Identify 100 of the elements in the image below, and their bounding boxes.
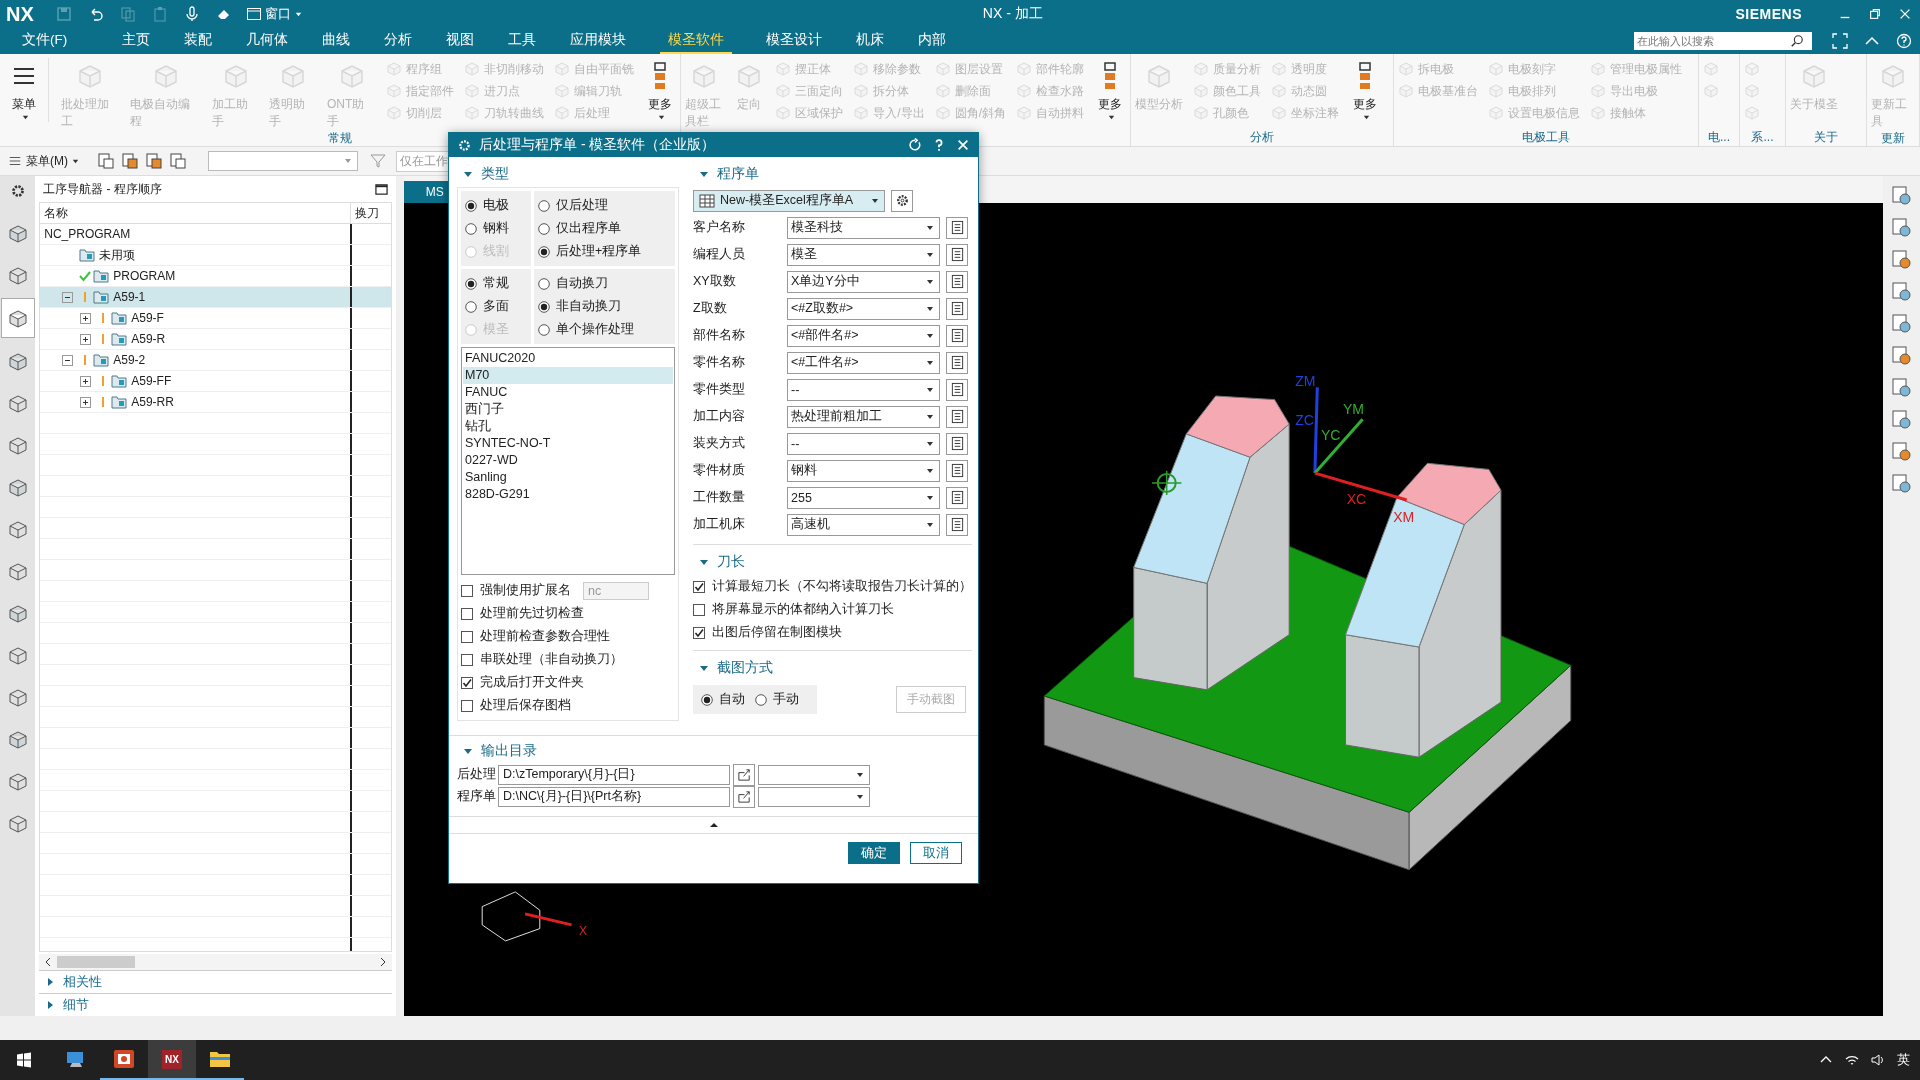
browse-button[interactable] [733, 785, 755, 808]
collapse-arrow-icon[interactable] [708, 822, 719, 828]
checkbox[interactable]: 将屏幕显示的体都纳入计算刀长 [693, 598, 972, 621]
menu-tab[interactable]: 机床 [856, 28, 885, 54]
tree-row[interactable]: A59-1 [40, 287, 391, 308]
taskbar-app[interactable]: NX [148, 1040, 196, 1080]
list-item[interactable]: M70 [463, 367, 673, 384]
dropdown-field[interactable]: -- [787, 378, 940, 401]
menu-tab[interactable]: 曲线 [322, 28, 351, 54]
path-field[interactable]: D:\NC\{月}-{日}\{Prt名称} [498, 786, 730, 807]
radio-option[interactable]: 钢料 [465, 217, 527, 240]
tree-row[interactable]: A59-FF [40, 371, 391, 392]
expand-toggle[interactable] [62, 291, 74, 303]
tree-row[interactable]: A59-RR [40, 392, 391, 413]
tool-icon[interactable] [1890, 280, 1913, 302]
history-dropdown[interactable] [758, 764, 870, 785]
list-button[interactable] [946, 513, 968, 536]
list-item[interactable]: Sanling [463, 469, 673, 486]
checkbox[interactable]: 处理前先过切检查 [461, 602, 675, 625]
tool-icon[interactable] [1890, 440, 1913, 462]
menu-tab[interactable]: 主页 [122, 28, 151, 54]
section-header[interactable]: 程序单 [693, 161, 972, 187]
table-icon[interactable] [145, 152, 163, 170]
cancel-button[interactable]: 取消 [910, 842, 962, 864]
dropdown-field[interactable]: 钢料 [787, 459, 940, 482]
settings-button[interactable] [891, 189, 913, 212]
menu-tab[interactable]: 文件(F) [22, 28, 68, 54]
search-field[interactable]: 在此输入以搜索 [1634, 32, 1812, 50]
more-button[interactable]: 更多 [1345, 58, 1385, 122]
radio-option[interactable]: 手动 [755, 688, 799, 711]
dropdown-field[interactable]: 255 [787, 486, 940, 509]
dropdown-field[interactable]: 热处理前粗加工 [787, 405, 940, 428]
menu-tab[interactable]: 装配 [184, 28, 213, 54]
radio-option[interactable]: 多面 [465, 295, 527, 318]
dropdown-field[interactable]: X单边Y分中 [787, 270, 940, 293]
radio-option[interactable]: 电极 [465, 194, 527, 217]
menu-tab[interactable]: 视图 [446, 28, 475, 54]
menu-tab[interactable]: 几何体 [246, 28, 289, 54]
tool-icon[interactable] [1890, 472, 1913, 494]
tool-icon[interactable] [1890, 376, 1913, 398]
tree-row[interactable]: A59-2 [40, 350, 391, 371]
menu-button[interactable]: 菜单 [0, 58, 49, 122]
checkbox[interactable]: 完成后打开文件夹 [461, 671, 675, 694]
tool-icon[interactable] [1890, 408, 1913, 430]
checkbox[interactable]: 强制使用扩展名 [461, 579, 571, 602]
close-icon[interactable] [956, 138, 970, 152]
radio-option[interactable]: 仅后处理 [538, 194, 671, 217]
history-dropdown[interactable] [758, 786, 870, 807]
menu-tab[interactable]: 模圣设计 [766, 28, 823, 54]
expand-toggle[interactable] [80, 396, 92, 408]
browse-button[interactable] [733, 763, 755, 786]
list-item[interactable]: SYNTEC-NO-T [463, 435, 673, 452]
dropdown-field[interactable]: <#部件名#> [787, 324, 940, 347]
expand-toggle[interactable] [62, 354, 74, 366]
checkbox[interactable]: 串联处理（非自动换刀） [461, 648, 675, 671]
menu-tab[interactable]: 分析 [384, 28, 413, 54]
dropdown-field[interactable]: 模圣 [787, 243, 940, 266]
tree-row[interactable]: NC_PROGRAM [40, 224, 391, 245]
list-button[interactable] [946, 378, 968, 401]
close-icon[interactable] [1898, 7, 1912, 21]
table-icon[interactable] [121, 152, 139, 170]
maximize-icon[interactable] [374, 182, 388, 196]
radio-option[interactable]: 自动 [701, 688, 745, 711]
tool-icon[interactable] [1890, 344, 1913, 366]
radio-option[interactable]: 自动换刀 [538, 272, 671, 295]
help-icon[interactable] [1896, 33, 1912, 49]
dropdown-field[interactable]: 高速机 [787, 513, 940, 536]
speaker-icon[interactable] [1870, 1052, 1886, 1068]
panel-header[interactable]: 相关性 [39, 970, 392, 993]
list-item[interactable]: 西门子 [463, 401, 673, 418]
section-header[interactable]: 刀长 [693, 549, 972, 575]
expand-toggle[interactable] [80, 312, 92, 324]
radio-option[interactable]: 单个操作处理 [538, 318, 671, 341]
radio-option[interactable]: 仅出程序单 [538, 217, 671, 240]
tool-icon[interactable] [1890, 216, 1913, 238]
list-item[interactable]: 828D-G291 [463, 486, 673, 503]
section-header[interactable]: 输出目录 [457, 738, 972, 764]
list-button[interactable] [946, 405, 968, 428]
microphone-icon[interactable] [183, 6, 200, 22]
checkbox[interactable]: 处理后保存图档 [461, 694, 675, 717]
path-field[interactable]: D:\zTemporary\{月}-{日} [498, 764, 730, 785]
tree-row[interactable]: A59-R [40, 329, 391, 350]
radio-option[interactable]: 非自动换刀 [538, 295, 671, 318]
checkbox[interactable]: 处理前检查参数合理性 [461, 625, 675, 648]
menu-tab[interactable]: 应用模块 [570, 28, 627, 54]
list-button[interactable] [946, 324, 968, 347]
template-dropdown[interactable]: New-模圣Excel程序单A [693, 189, 885, 212]
list-button[interactable] [946, 216, 968, 239]
tool-icon[interactable] [1890, 184, 1913, 206]
reset-icon[interactable] [908, 138, 922, 152]
scrollbar-thumb[interactable] [57, 956, 136, 968]
radio-option[interactable]: 常规 [465, 272, 527, 295]
menu-tab[interactable]: 内部 [918, 28, 947, 54]
tree-row[interactable]: A59-F [40, 308, 391, 329]
windows-icon[interactable] [16, 1052, 32, 1068]
more-button[interactable]: 更多 [640, 58, 680, 122]
list-item[interactable]: FANUC2020 [463, 350, 673, 367]
window-menu[interactable]: 窗口 [245, 5, 303, 23]
list-button[interactable] [946, 432, 968, 455]
list-item[interactable]: 钻孔 [463, 418, 673, 435]
